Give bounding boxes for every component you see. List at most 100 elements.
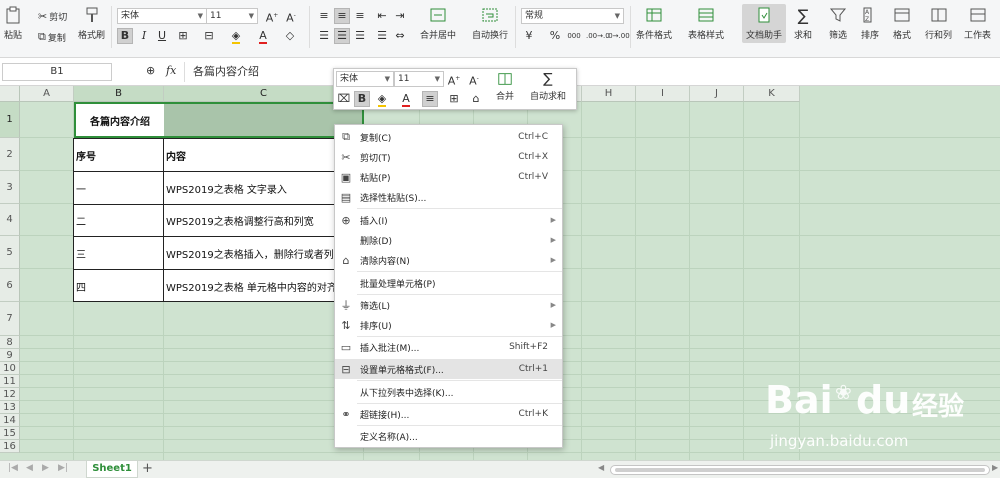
format-painter-button[interactable]: 格式刷 <box>78 6 105 41</box>
zoom-search-icon[interactable]: ⊕ <box>146 64 155 77</box>
cell-b5[interactable]: 三 <box>74 237 162 269</box>
scroll-right-arrow-icon[interactable]: ▶ <box>992 463 998 472</box>
cell-b2[interactable]: 序号 <box>74 139 162 171</box>
paste-button[interactable]: 粘贴 <box>4 6 22 41</box>
row-header-5[interactable]: 5 <box>0 236 20 269</box>
currency-button[interactable]: ¥ <box>521 28 537 44</box>
menu-item-format-cells[interactable]: ⊟ 设置单元格格式(F)... Ctrl+1 <box>335 359 562 379</box>
fill-style-button[interactable]: ⊟ <box>201 28 217 44</box>
cell-b4[interactable]: 二 <box>74 205 162 236</box>
align-center-button[interactable]: ☰ <box>334 28 350 44</box>
percent-button[interactable]: % <box>547 28 563 44</box>
first-sheet-arrow-icon[interactable]: |◀ <box>8 463 18 473</box>
mini-decrease-font-button[interactable]: A- <box>466 71 482 88</box>
menu-item-define-name[interactable]: 定义名称(A)... <box>335 426 562 446</box>
mini-bold-button[interactable]: B <box>354 91 370 107</box>
thousands-button[interactable]: 000 <box>566 28 582 44</box>
mini-align-button[interactable]: ≡ <box>422 91 438 107</box>
column-header-i[interactable]: I <box>636 86 690 102</box>
menu-item-delete[interactable]: 删除(D) ▶ <box>335 230 562 250</box>
align-right-button[interactable]: ☰ <box>352 28 368 44</box>
column-header-h[interactable]: H <box>582 86 636 102</box>
menu-item-paste[interactable]: ▣ 粘贴(P) Ctrl+V <box>335 167 562 187</box>
menu-item-batch-process[interactable]: 批量处理单元格(P) <box>335 273 562 293</box>
mini-font-size-select[interactable]: 11 ▼ <box>394 71 444 87</box>
justify-button[interactable]: ☰ <box>374 28 390 44</box>
row-header-4[interactable]: 4 <box>0 204 20 236</box>
menu-item-sort[interactable]: ⇅ 排序(U) ▶ <box>335 315 562 335</box>
row-header-6[interactable]: 6 <box>0 269 20 302</box>
mini-font-color-button[interactable]: A <box>398 91 414 107</box>
menu-item-cut[interactable]: ✂ 剪切(T) Ctrl+X <box>335 147 562 167</box>
cell-c3[interactable]: WPS2019之表格 文字录入 <box>164 172 334 204</box>
menu-item-pick-from-list[interactable]: 从下拉列表中选择(K)... <box>335 382 562 402</box>
menu-item-clear-contents[interactable]: ⌂ 清除内容(N) ▶ <box>335 250 562 270</box>
sort-button[interactable]: AZ 排序 <box>861 6 879 41</box>
column-header-b[interactable]: B <box>74 86 164 102</box>
cell-c6[interactable]: WPS2019之表格 单元格中内容的对齐 <box>164 270 334 302</box>
italic-button[interactable]: I <box>136 28 152 44</box>
row-header-1[interactable]: 1 <box>0 102 20 138</box>
scroll-left-arrow-icon[interactable]: ◀ <box>598 463 604 472</box>
menu-item-insert-comment[interactable]: ▭ 插入批注(M)... Shift+F2 <box>335 337 562 357</box>
menu-item-copy[interactable]: ⧉ 复制(C) Ctrl+C <box>335 127 562 147</box>
menu-item-paste-special[interactable]: ▤ 选择性粘贴(S)... <box>335 187 562 207</box>
mini-autosum-button[interactable]: ∑ 自动求和 <box>530 71 566 102</box>
mini-merge-button[interactable]: 合并 <box>496 71 514 102</box>
row-header-9[interactable]: 9 <box>0 349 20 362</box>
align-left-button[interactable]: ☰ <box>316 28 332 44</box>
increase-font-button[interactable]: A+ <box>264 8 280 25</box>
column-header-k[interactable]: K <box>744 86 800 102</box>
sum-button[interactable]: ∑ 求和 <box>794 6 812 41</box>
mini-increase-font-button[interactable]: A+ <box>446 71 462 88</box>
column-header-j[interactable]: J <box>690 86 744 102</box>
scrollbar-thumb[interactable] <box>615 468 985 472</box>
menu-item-hyperlink[interactable]: ⚭ 超链接(H)... Ctrl+K <box>335 404 562 424</box>
cell-c4[interactable]: WPS2019之表格调整行高和列宽 <box>164 205 334 236</box>
row-header-11[interactable]: 11 <box>0 375 20 388</box>
column-header-a[interactable]: A <box>20 86 74 102</box>
row-header-14[interactable]: 14 <box>0 414 20 427</box>
cell-b6[interactable]: 四 <box>74 270 162 302</box>
filter-button[interactable]: 筛选 <box>829 6 847 41</box>
formula-input[interactable]: 各篇内容介绍 <box>184 62 996 82</box>
fill-color-button[interactable]: ◈ <box>228 28 244 44</box>
last-sheet-arrow-icon[interactable]: ▶| <box>58 463 68 473</box>
decrease-font-button[interactable]: A- <box>283 8 299 25</box>
cell-c2[interactable]: 内容 <box>164 139 334 171</box>
fx-icon[interactable]: fx <box>166 64 176 77</box>
prev-sheet-arrow-icon[interactable]: ◀ <box>26 463 33 473</box>
row-header-13[interactable]: 13 <box>0 401 20 414</box>
underline-button[interactable]: U <box>154 28 170 44</box>
cut-button[interactable]: ✂ 剪切 <box>38 10 67 23</box>
copy-button[interactable]: ⧉ 复制 <box>38 30 66 44</box>
indent-increase-button[interactable]: ⇥ <box>392 8 408 24</box>
next-sheet-arrow-icon[interactable]: ▶ <box>42 463 49 473</box>
table-style-button[interactable]: 表格样式 <box>688 6 724 41</box>
sheet-tab-sheet1[interactable]: Sheet1 <box>86 461 138 478</box>
merge-center-button[interactable]: 合并居中 <box>420 6 456 41</box>
row-header-2[interactable]: 2 <box>0 138 20 171</box>
border-button[interactable]: ⊞ <box>175 28 191 44</box>
distribute-button[interactable]: ⇔ <box>392 28 408 44</box>
decimal-decrease-button[interactable]: .0→.00 <box>606 28 630 44</box>
add-sheet-button[interactable]: + <box>142 461 153 476</box>
row-header-10[interactable]: 10 <box>0 362 20 375</box>
clear-button[interactable]: ◇ <box>282 28 298 44</box>
decimal-increase-button[interactable]: .00→.0 <box>586 28 610 44</box>
align-top-button[interactable]: ≡ <box>316 8 332 24</box>
font-name-select[interactable]: 宋体 ▼ <box>117 8 207 24</box>
row-header-12[interactable]: 12 <box>0 388 20 401</box>
row-header-16[interactable]: 16 <box>0 440 20 453</box>
name-box[interactable]: B1 <box>2 63 112 81</box>
conditional-format-button[interactable]: 条件格式 <box>636 6 672 41</box>
mini-format-painter-button[interactable]: ⌧ <box>336 91 352 107</box>
mini-border-button[interactable]: ⊞ <box>446 91 462 107</box>
mini-font-name-select[interactable]: 宋体 ▼ <box>336 71 394 87</box>
worksheet-button[interactable]: 工作表 <box>964 6 991 41</box>
select-all-corner[interactable] <box>0 86 20 102</box>
align-bottom-button[interactable]: ≡ <box>352 8 368 24</box>
indent-decrease-button[interactable]: ⇤ <box>374 8 390 24</box>
wrap-text-button[interactable]: 自动换行 <box>472 6 508 41</box>
doc-helper-button[interactable]: 文档助手 <box>742 4 787 43</box>
